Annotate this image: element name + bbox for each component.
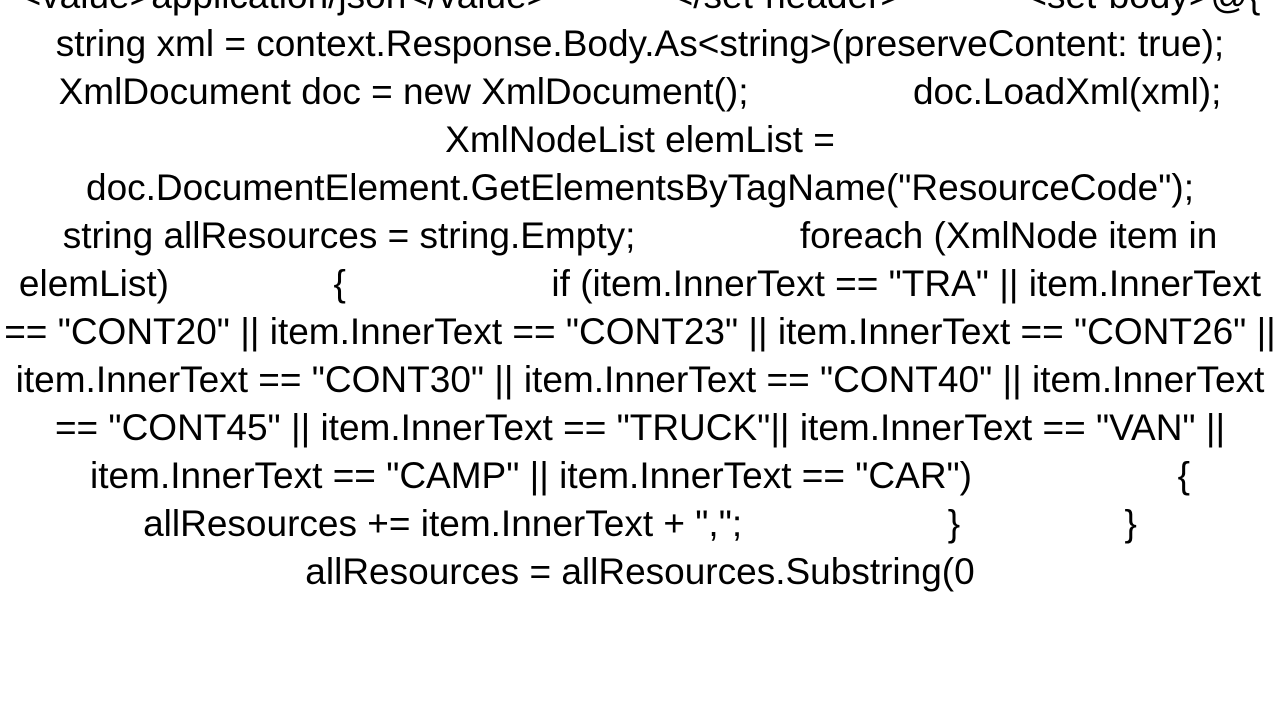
code-text: <value>application/json</value> </set-he… [4, 0, 1276, 596]
code-block: <value>application/json</value> </set-he… [0, 0, 1280, 720]
